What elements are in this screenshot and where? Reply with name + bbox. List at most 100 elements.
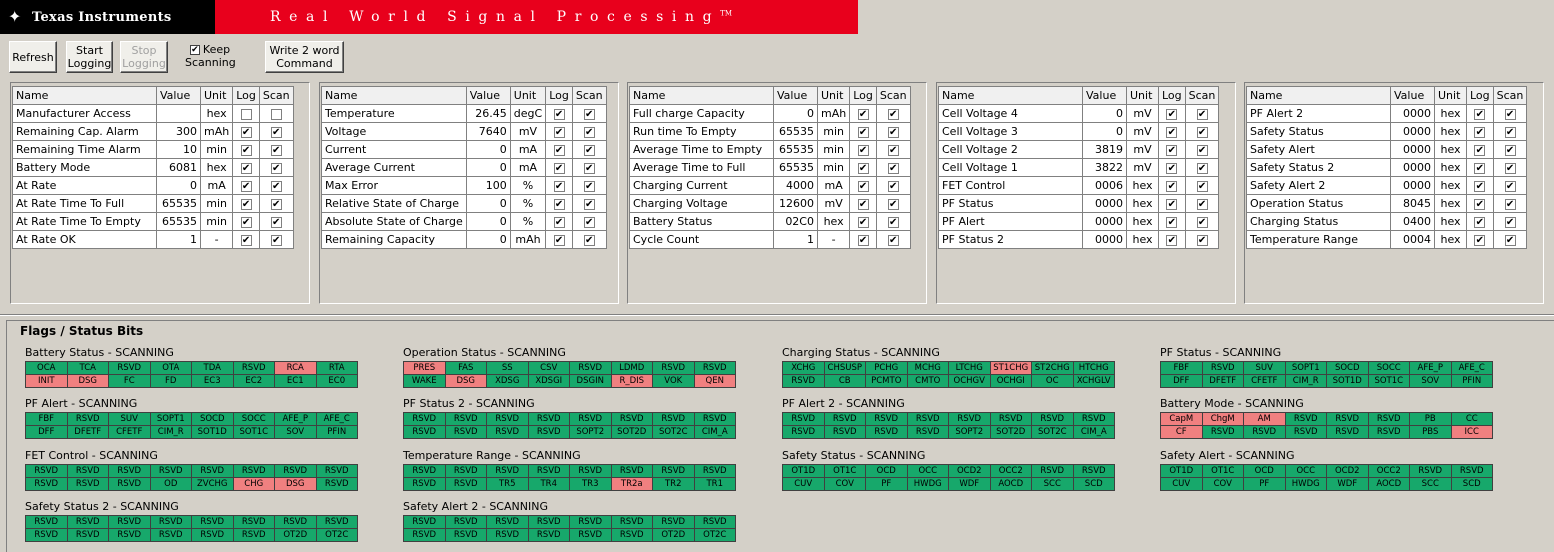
log-checkbox[interactable]: ✔	[1474, 126, 1486, 138]
register-row[interactable]: Safety Alert 2 0000 hex ✔ ✔	[1246, 176, 1528, 195]
log-checkbox[interactable]: ✔	[857, 216, 869, 228]
column-header-value[interactable]: Value	[156, 86, 201, 105]
register-row[interactable]: Current 0 mA ✔ ✔	[321, 140, 607, 159]
register-row[interactable]: Cell Voltage 3 0 mV ✔ ✔	[938, 122, 1220, 141]
register-row[interactable]: Average Time to Empty 65535 min ✔ ✔	[629, 140, 911, 159]
register-row[interactable]: Charging Current 4000 mA ✔ ✔	[629, 176, 911, 195]
column-header-value[interactable]: Value	[773, 86, 818, 105]
scan-checkbox[interactable]: ✔	[270, 162, 282, 174]
scan-checkbox[interactable]: ✔	[270, 216, 282, 228]
column-header-value[interactable]: Value	[465, 86, 511, 105]
log-checkbox[interactable]: ✔	[1166, 180, 1178, 192]
scan-checkbox[interactable]: ✔	[1196, 162, 1208, 174]
scan-checkbox[interactable]: ✔	[1504, 180, 1516, 192]
scan-checkbox[interactable]: ✔	[1504, 144, 1516, 156]
register-row[interactable]: Remaining Cap. Alarm 300 mAh ✔ ✔	[12, 122, 294, 141]
log-checkbox[interactable]: ✔	[1166, 216, 1178, 228]
log-checkbox[interactable]: ✔	[857, 126, 869, 138]
log-checkbox[interactable]: ✔	[240, 162, 252, 174]
log-checkbox[interactable]: ✔	[857, 180, 869, 192]
register-row[interactable]: Voltage 7640 mV ✔ ✔	[321, 122, 607, 141]
scan-checkbox[interactable]: ✔	[583, 180, 595, 192]
scan-checkbox[interactable]: ✔	[583, 108, 595, 120]
scan-checkbox[interactable]: ✔	[887, 216, 899, 228]
log-checkbox[interactable]: ✔	[1166, 108, 1178, 120]
column-header-log[interactable]: Log	[1158, 86, 1186, 105]
keep-scanning-check-icon[interactable]: ✔	[189, 45, 200, 55]
scan-checkbox[interactable]: ✔	[1504, 108, 1516, 120]
log-checkbox[interactable]: ✔	[240, 144, 252, 156]
register-row[interactable]: Safety Status 2 0000 hex ✔ ✔	[1246, 158, 1528, 177]
scan-checkbox[interactable]: ✔	[1196, 126, 1208, 138]
log-checkbox[interactable]: ✔	[1166, 162, 1178, 174]
register-row[interactable]: Battery Status 02C0 hex ✔ ✔	[629, 212, 911, 231]
register-row[interactable]: Cell Voltage 2 3819 mV ✔ ✔	[938, 140, 1220, 159]
scan-checkbox[interactable]: ✔	[270, 180, 282, 192]
log-checkbox[interactable]: ✔	[553, 108, 565, 120]
log-checkbox[interactable]: ✔	[1474, 180, 1486, 192]
scan-checkbox[interactable]: ✔	[887, 126, 899, 138]
register-row[interactable]: Cell Voltage 4 0 mV ✔ ✔	[938, 104, 1220, 123]
column-header-name[interactable]: Name	[629, 86, 774, 105]
scan-checkbox[interactable]: ✔	[1504, 234, 1516, 246]
scan-checkbox[interactable]: ✔	[270, 144, 282, 156]
log-checkbox[interactable]: ✔	[1474, 108, 1486, 120]
scan-checkbox[interactable]: ✔	[583, 216, 595, 228]
log-checkbox[interactable]: ✔	[240, 180, 252, 192]
column-header-unit[interactable]: Unit	[816, 86, 851, 105]
column-header-scan[interactable]: Scan	[1184, 86, 1220, 105]
register-row[interactable]: Full charge Capacity 0 mAh ✔ ✔	[629, 104, 911, 123]
scan-checkbox[interactable]	[270, 108, 282, 120]
scan-checkbox[interactable]: ✔	[1196, 144, 1208, 156]
register-row[interactable]: Temperature Range 0004 hex ✔ ✔	[1246, 230, 1528, 249]
column-header-log[interactable]: Log	[849, 86, 877, 105]
column-header-unit[interactable]: Unit	[1434, 86, 1467, 105]
register-row[interactable]: Average Time to Full 65535 min ✔ ✔	[629, 158, 911, 177]
log-checkbox[interactable]: ✔	[857, 108, 869, 120]
scan-checkbox[interactable]: ✔	[1504, 126, 1516, 138]
register-row[interactable]: Charging Voltage 12600 mV ✔ ✔	[629, 194, 911, 213]
log-checkbox[interactable]: ✔	[1166, 234, 1178, 246]
scan-checkbox[interactable]: ✔	[583, 198, 595, 210]
register-row[interactable]: Cell Voltage 1 3822 mV ✔ ✔	[938, 158, 1220, 177]
register-row[interactable]: Temperature 26.45 degC ✔ ✔	[321, 104, 607, 123]
register-row[interactable]: Cycle Count 1- ✔ ✔	[629, 230, 911, 249]
scan-checkbox[interactable]: ✔	[1504, 198, 1516, 210]
scan-checkbox[interactable]: ✔	[270, 126, 282, 138]
scan-checkbox[interactable]: ✔	[1504, 162, 1516, 174]
log-checkbox[interactable]: ✔	[1474, 144, 1486, 156]
keep-scanning-checkbox[interactable]: ✔ Keep Scanning	[185, 43, 236, 69]
column-header-value[interactable]: Value	[1390, 86, 1435, 105]
register-row[interactable]: PF Status 0000 hex ✔ ✔	[938, 194, 1220, 213]
log-checkbox[interactable]: ✔	[553, 126, 565, 138]
column-header-unit[interactable]: Unit	[199, 86, 234, 105]
scan-checkbox[interactable]: ✔	[887, 234, 899, 246]
column-header-scan[interactable]: Scan	[258, 86, 294, 105]
log-checkbox[interactable]: ✔	[240, 126, 252, 138]
scan-checkbox[interactable]: ✔	[887, 162, 899, 174]
register-row[interactable]: PF Alert 2 0000 hex ✔ ✔	[1246, 104, 1528, 123]
log-checkbox[interactable]: ✔	[857, 144, 869, 156]
log-checkbox[interactable]: ✔	[1474, 162, 1486, 174]
register-row[interactable]: Battery Mode 6081 hex ✔ ✔	[12, 158, 294, 177]
scan-checkbox[interactable]: ✔	[887, 108, 899, 120]
log-checkbox[interactable]: ✔	[1474, 216, 1486, 228]
register-row[interactable]: Safety Status 0000 hex ✔ ✔	[1246, 122, 1528, 141]
register-row[interactable]: PF Status 2 0000 hex ✔ ✔	[938, 230, 1220, 249]
log-checkbox[interactable]	[240, 108, 252, 120]
log-checkbox[interactable]: ✔	[553, 144, 565, 156]
log-checkbox[interactable]: ✔	[553, 162, 565, 174]
register-row[interactable]: At Rate OK 1- ✔ ✔	[12, 230, 294, 249]
column-header-name[interactable]: Name	[1246, 86, 1391, 105]
register-row[interactable]: At Rate 0 mA ✔ ✔	[12, 176, 294, 195]
scan-checkbox[interactable]: ✔	[270, 234, 282, 246]
start-logging-button[interactable]: Start Logging	[66, 41, 113, 73]
log-checkbox[interactable]: ✔	[240, 234, 252, 246]
log-checkbox[interactable]: ✔	[857, 162, 869, 174]
register-row[interactable]: At Rate Time To Empty 65535 min ✔ ✔	[12, 212, 294, 231]
log-checkbox[interactable]: ✔	[1474, 198, 1486, 210]
register-row[interactable]: Absolute State of Charge 0% ✔ ✔	[321, 212, 607, 231]
register-row[interactable]: PF Alert 0000 hex ✔ ✔	[938, 212, 1220, 231]
log-checkbox[interactable]: ✔	[1474, 234, 1486, 246]
log-checkbox[interactable]: ✔	[1166, 126, 1178, 138]
